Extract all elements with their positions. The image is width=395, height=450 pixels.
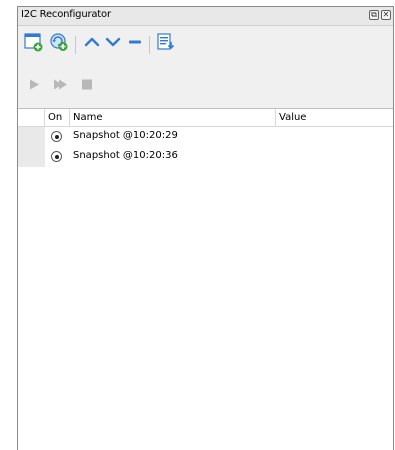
refresh-snapshot-icon[interactable] <box>49 32 69 56</box>
radio-dot <box>54 154 59 159</box>
close-button[interactable]: ✕ <box>381 10 391 20</box>
snapshot-table: On Name Value Snapshot @10:20:29 Snapsho… <box>18 108 393 450</box>
header-name[interactable]: Name <box>70 109 276 126</box>
table-row[interactable]: Snapshot @10:20:29 <box>18 127 393 147</box>
row-gutter <box>18 127 45 147</box>
move-up-icon[interactable] <box>83 33 101 55</box>
radio-dot <box>54 134 59 139</box>
play-step-icon[interactable] <box>52 77 70 96</box>
move-down-icon[interactable] <box>104 33 122 55</box>
i2c-reconfigurator-panel: I2C Reconfigurator ⧉ ✕ On Name Value Sna… <box>17 6 394 450</box>
new-snapshot-icon[interactable] <box>24 32 44 56</box>
table-header: On Name Value <box>18 109 393 127</box>
row-name: Snapshot @10:20:36 <box>73 150 178 161</box>
panel-title: I2C Reconfigurator <box>21 9 111 20</box>
import-icon[interactable] <box>156 32 176 56</box>
header-value[interactable]: Value <box>276 109 393 126</box>
table-row[interactable]: Snapshot @10:20:36 <box>18 147 393 167</box>
toolbar-separator <box>149 36 150 54</box>
playback-toolbar <box>18 71 393 101</box>
row-on-radio[interactable] <box>51 131 62 142</box>
toolbar-separator <box>75 36 76 54</box>
main-toolbar <box>18 26 393 62</box>
remove-icon[interactable] <box>126 33 144 55</box>
float-button[interactable]: ⧉ <box>369 10 379 20</box>
row-name: Snapshot @10:20:29 <box>73 130 178 141</box>
row-on-radio[interactable] <box>51 151 62 162</box>
header-gutter <box>18 109 45 126</box>
panel-titlebar[interactable]: I2C Reconfigurator ⧉ ✕ <box>18 7 393 26</box>
table-rows: Snapshot @10:20:29 Snapshot @10:20:36 <box>18 127 393 167</box>
row-gutter <box>18 147 45 167</box>
stop-icon[interactable] <box>80 77 94 96</box>
header-on[interactable]: On <box>45 109 70 126</box>
play-icon[interactable] <box>27 77 41 96</box>
